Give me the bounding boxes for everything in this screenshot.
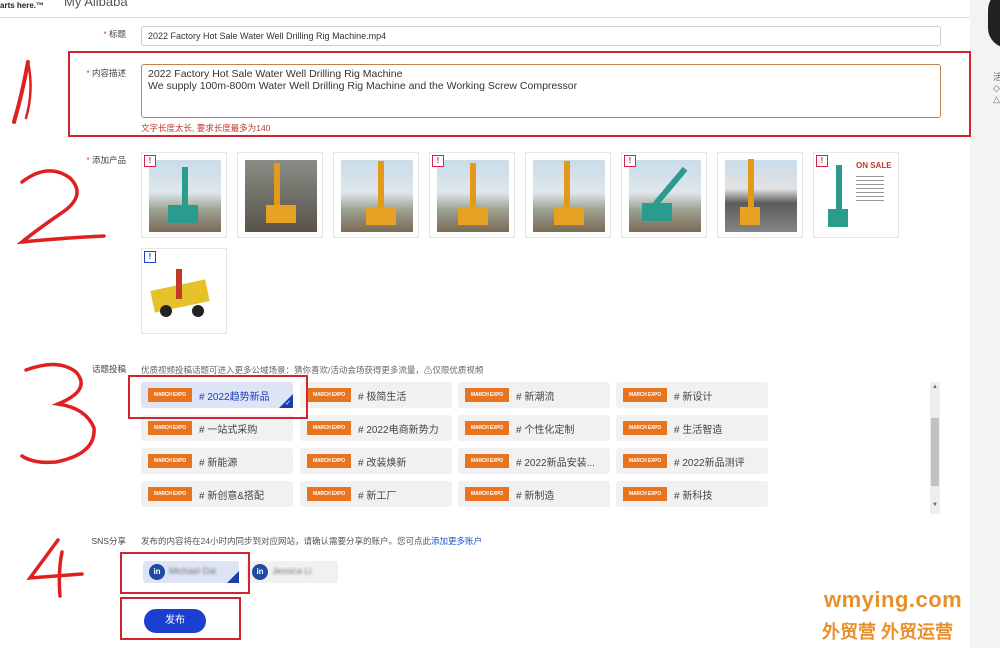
handwritten-3 [20, 362, 96, 465]
handwritten-2 [16, 169, 106, 245]
handwritten-1 [12, 60, 32, 124]
watermark-slogan: 外贸营 外贸运营 [822, 622, 954, 642]
watermark-domain: wmying.com [824, 587, 963, 612]
handwritten-numbers [12, 60, 106, 598]
handwritten-4 [26, 538, 84, 598]
